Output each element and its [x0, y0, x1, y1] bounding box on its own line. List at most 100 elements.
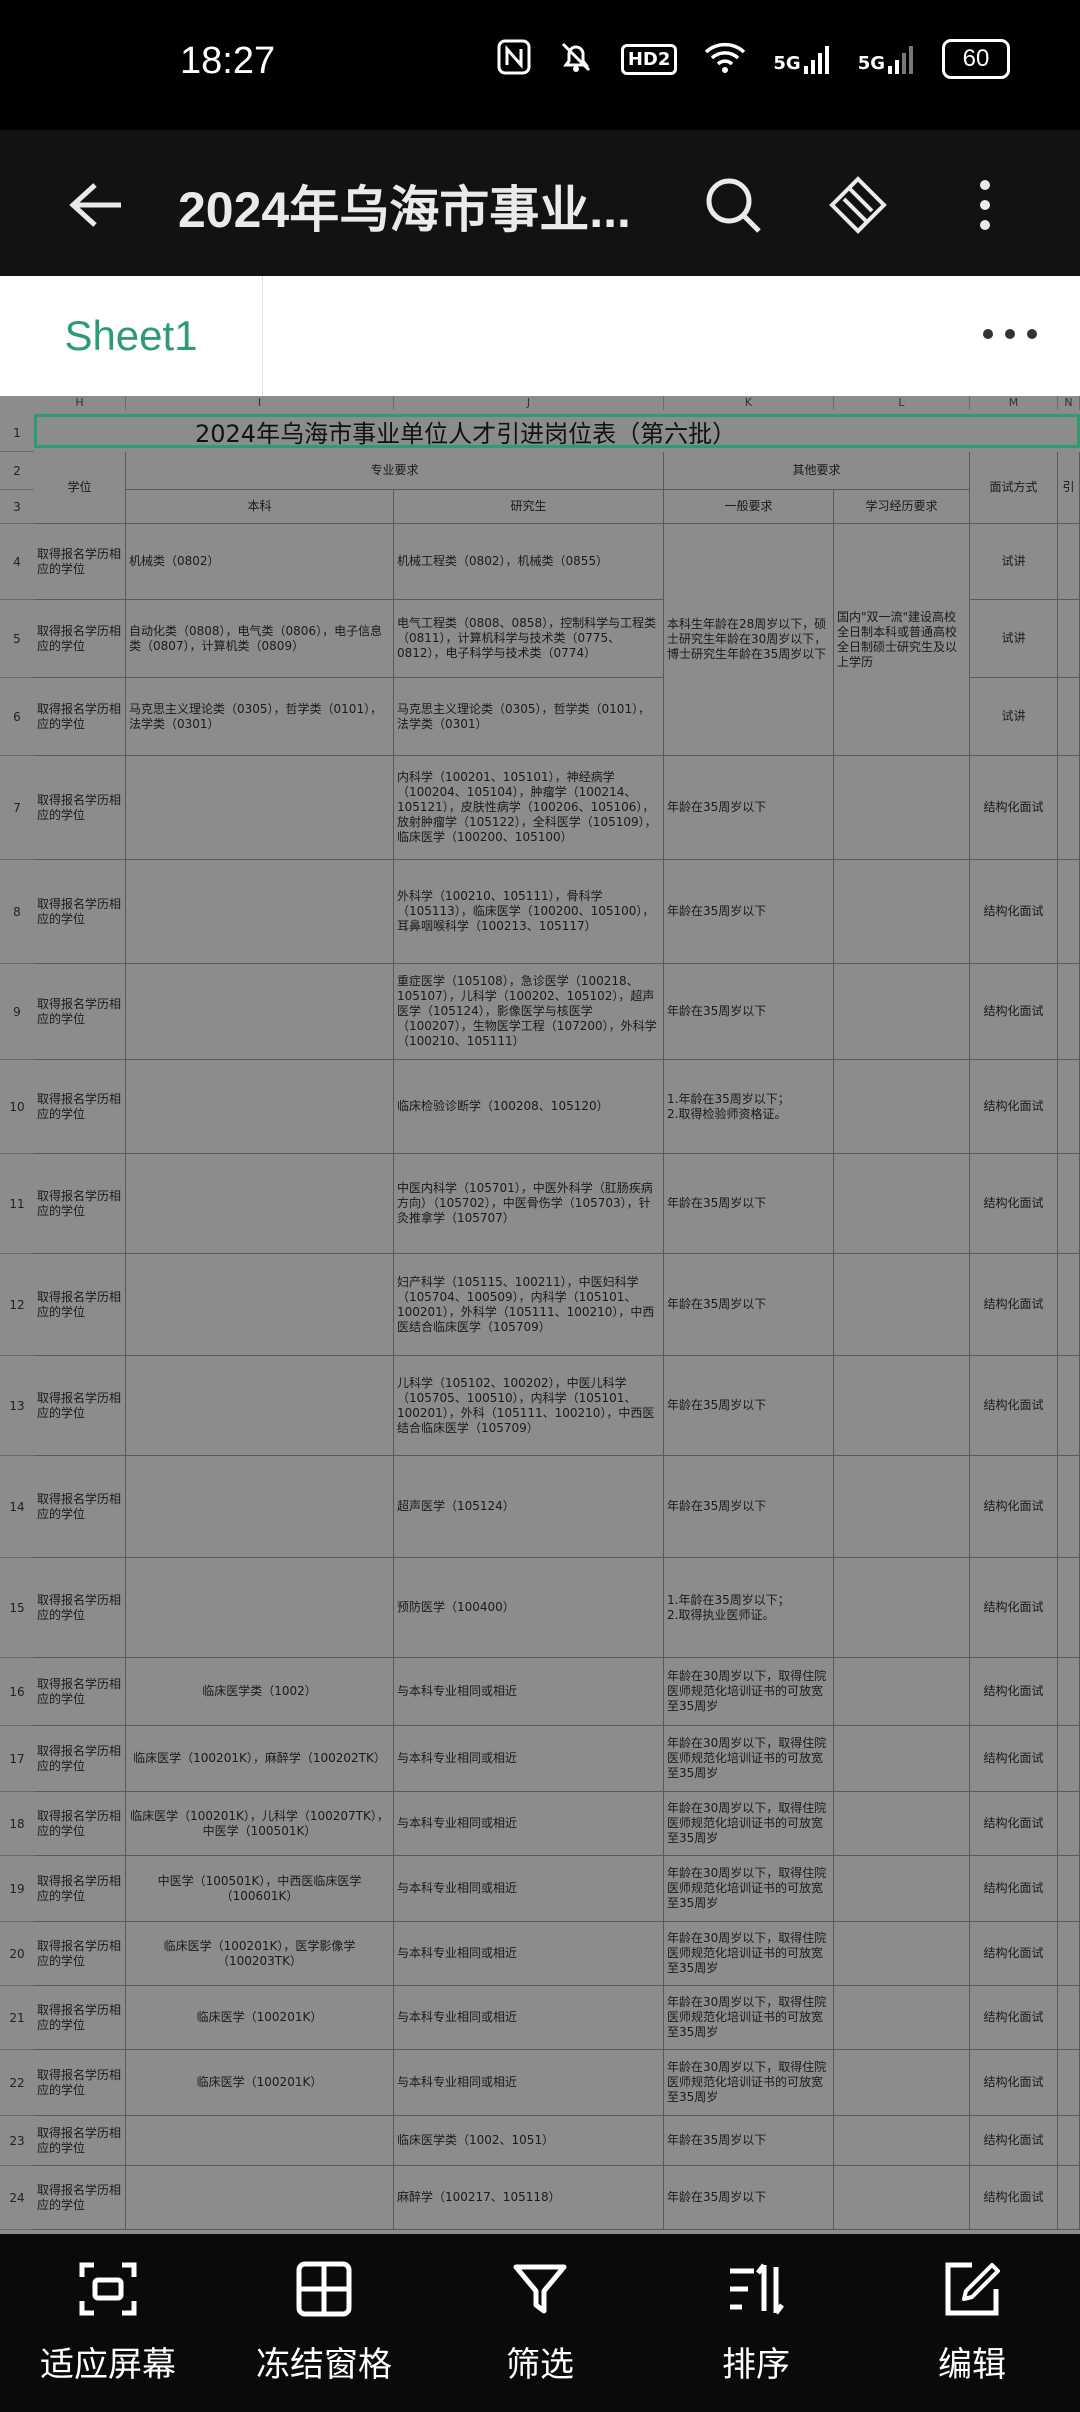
cell-interview[interactable]: 结构化面试	[970, 1856, 1058, 1922]
cell-interview[interactable]: 结构化面试	[970, 756, 1058, 860]
cell-undergrad[interactable]: 临床医学（100201K），麻醉学（100202TK）	[126, 1726, 394, 1792]
cell-degree[interactable]: 取得报名学历相应的学位	[34, 1254, 126, 1356]
cell-undergrad[interactable]	[126, 1558, 394, 1658]
row-number[interactable]: 3	[0, 490, 34, 524]
cell-degree[interactable]: 取得报名学历相应的学位	[34, 600, 126, 678]
header-general-req[interactable]: 一般要求	[664, 490, 834, 524]
cell-next[interactable]	[1058, 1792, 1080, 1856]
more-options-button[interactable]	[950, 170, 1020, 240]
cell-general-req[interactable]: 年龄在35周岁以下	[664, 2116, 834, 2166]
cell-experience-req[interactable]	[834, 964, 970, 1060]
cell-degree[interactable]: 取得报名学历相应的学位	[34, 1060, 126, 1154]
cell-experience-req[interactable]	[834, 1558, 970, 1658]
cell-interview[interactable]: 结构化面试	[970, 1922, 1058, 1986]
cell-undergrad[interactable]: 临床医学类（1002）	[126, 1658, 394, 1726]
cell-grad[interactable]: 与本科专业相同或相近	[394, 1986, 664, 2050]
cell-interview[interactable]: 结构化面试	[970, 2166, 1058, 2230]
cell-grad[interactable]: 与本科专业相同或相近	[394, 1726, 664, 1792]
cell-grad[interactable]: 儿科学（105102、100202），中医儿科学（105705、100510），…	[394, 1356, 664, 1456]
sort-button[interactable]: 排序	[648, 2234, 864, 2412]
row-number[interactable]: 10	[0, 1060, 34, 1154]
header-degree[interactable]: 学位	[34, 452, 126, 524]
cell-undergrad[interactable]	[126, 2166, 394, 2230]
cell-grad[interactable]: 预防医学（100400）	[394, 1558, 664, 1658]
cell-grad[interactable]: 与本科专业相同或相近	[394, 2050, 664, 2116]
cell-degree[interactable]: 取得报名学历相应的学位	[34, 1154, 126, 1254]
cell-next[interactable]	[1058, 1726, 1080, 1792]
cell-next[interactable]	[1058, 1658, 1080, 1726]
cell-general-req[interactable]: 1.年龄在35周岁以下； 2.取得检验师资格证。	[664, 1060, 834, 1154]
cell-general-req[interactable]: 年龄在35周岁以下	[664, 1254, 834, 1356]
cell-experience-req[interactable]	[834, 756, 970, 860]
cell-next[interactable]	[1058, 1856, 1080, 1922]
cell-grad[interactable]: 临床医学类（1002、1051）	[394, 2116, 664, 2166]
filter-button[interactable]: 筛选	[432, 2234, 648, 2412]
cell-experience-req[interactable]	[834, 1986, 970, 2050]
cell-experience-req[interactable]	[834, 1254, 970, 1356]
cell-general-req[interactable]: 年龄在30周岁以下，取得住院医师规范化培训证书的可放宽至35周岁	[664, 1986, 834, 2050]
cell-experience-req[interactable]	[834, 1658, 970, 1726]
cell-grad[interactable]: 与本科专业相同或相近	[394, 1922, 664, 1986]
cell-experience-req[interactable]	[834, 1154, 970, 1254]
row-number[interactable]: 14	[0, 1456, 34, 1558]
cell-grad[interactable]: 中医内科学（105701），中医外科学（肛肠疾病方向）（105702），中医骨伤…	[394, 1154, 664, 1254]
header-grad[interactable]: 研究生	[394, 490, 664, 524]
cell-interview[interactable]: 试讲	[970, 524, 1058, 600]
cell-undergrad[interactable]: 临床医学（100201K），医学影像学（100203TK）	[126, 1922, 394, 1986]
row-number[interactable]: 12	[0, 1254, 34, 1356]
cell-degree[interactable]: 取得报名学历相应的学位	[34, 1456, 126, 1558]
cell-interview[interactable]: 结构化面试	[970, 1060, 1058, 1154]
cell-experience-req[interactable]	[834, 1792, 970, 1856]
cell-degree[interactable]: 取得报名学历相应的学位	[34, 1922, 126, 1986]
column-header-m[interactable]: M	[970, 396, 1058, 410]
header-undergrad[interactable]: 本科	[126, 490, 394, 524]
cell-degree[interactable]: 取得报名学历相应的学位	[34, 524, 126, 600]
row-number[interactable]: 23	[0, 2116, 34, 2166]
header-major-req[interactable]: 专业要求	[126, 452, 664, 490]
cell-next[interactable]	[1058, 1986, 1080, 2050]
header-interview[interactable]: 面试方式	[970, 452, 1058, 524]
cell-next[interactable]	[1058, 524, 1080, 600]
cell-experience-req[interactable]	[834, 1060, 970, 1154]
row-number[interactable]: 20	[0, 1922, 34, 1986]
cell-experience-req[interactable]	[834, 2166, 970, 2230]
cell-grad[interactable]: 与本科专业相同或相近	[394, 1658, 664, 1726]
column-header-h[interactable]: H	[34, 396, 126, 410]
cell-grad[interactable]: 机械工程类（0802），机械类（0855）	[394, 524, 664, 600]
cell-interview[interactable]: 试讲	[970, 600, 1058, 678]
cell-undergrad[interactable]: 临床医学（100201K）	[126, 2050, 394, 2116]
cell-undergrad[interactable]	[126, 1154, 394, 1254]
row-number[interactable]: 4	[0, 524, 34, 600]
freeze-pane-button[interactable]: 冻结窗格	[216, 2234, 432, 2412]
row-number[interactable]: 9	[0, 964, 34, 1060]
cell-experience-req[interactable]	[834, 2050, 970, 2116]
cell-next[interactable]	[1058, 964, 1080, 1060]
fit-screen-button[interactable]: 适应屏幕	[0, 2234, 216, 2412]
cell-experience-req[interactable]	[834, 2116, 970, 2166]
cell-general-req[interactable]: 1.年龄在35周岁以下； 2.取得执业医师证。	[664, 1558, 834, 1658]
cell-degree[interactable]: 取得报名学历相应的学位	[34, 678, 126, 756]
column-header-i[interactable]: I	[126, 396, 394, 410]
cell-degree[interactable]: 取得报名学历相应的学位	[34, 1356, 126, 1456]
cell-degree[interactable]: 取得报名学历相应的学位	[34, 860, 126, 964]
column-header-n[interactable]: N	[1058, 396, 1080, 410]
cell-degree[interactable]: 取得报名学历相应的学位	[34, 2166, 126, 2230]
cell-next[interactable]	[1058, 2050, 1080, 2116]
cell-general-req[interactable]: 年龄在35周岁以下	[664, 2166, 834, 2230]
row-number[interactable]: 21	[0, 1986, 34, 2050]
cell-interview[interactable]: 结构化面试	[970, 1986, 1058, 2050]
column-header-j[interactable]: J	[394, 396, 664, 410]
column-header-k[interactable]: K	[664, 396, 834, 410]
cell-undergrad[interactable]: 自动化类（0808），电气类（0806），电子信息类（0807），计算机类（08…	[126, 600, 394, 678]
header-next-col[interactable]: 引	[1058, 452, 1080, 524]
sheet-title-cell[interactable]: 2024年乌海市事业单位人才引进岗位表（第六批）	[34, 414, 1080, 448]
cell-undergrad[interactable]	[126, 964, 394, 1060]
row-number[interactable]: 2	[0, 452, 34, 490]
cell-experience-req[interactable]	[834, 1726, 970, 1792]
search-button[interactable]	[698, 170, 768, 240]
cell-experience-req[interactable]	[834, 1922, 970, 1986]
cell-undergrad[interactable]: 机械类（0802）	[126, 524, 394, 600]
cell-general-req[interactable]: 年龄在35周岁以下	[664, 756, 834, 860]
cell-undergrad[interactable]: 临床医学（100201K）	[126, 1986, 394, 2050]
cell-grad[interactable]: 重症医学（105108），急诊医学（100218、105107），儿科学（100…	[394, 964, 664, 1060]
